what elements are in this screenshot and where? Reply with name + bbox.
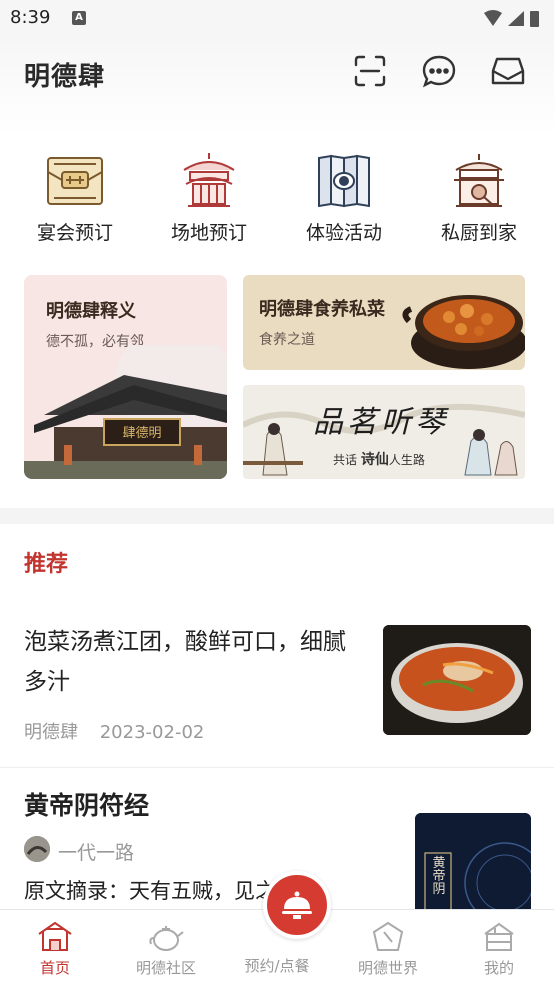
recommend-title: 推荐 [24, 552, 69, 577]
building-image: 肆德明 [24, 345, 227, 479]
quick-actions: 宴会预订 场地预订 体验活动 私厨到家 [0, 140, 554, 252]
card-food-title: 明德肆食养私菜 [259, 299, 385, 320]
author-name: 一代一路 [58, 842, 135, 864]
card-tea-title: 品茗听琴 [313, 405, 449, 440]
article-source: 明德肆 [24, 722, 78, 743]
profile-house-icon [484, 922, 514, 951]
section-divider [0, 508, 554, 524]
card-tea[interactable]: 品茗听琴 共话 诗仙人生路 [243, 385, 525, 479]
quick-banquet-label: 宴会预订 [36, 222, 113, 244]
tab-booking[interactable]: 预约/点餐 [222, 871, 332, 984]
card-food[interactable]: 明德肆食养私菜 食养之道 [243, 275, 525, 370]
avatar [24, 836, 50, 862]
quick-experience[interactable]: 体验活动 [289, 150, 399, 245]
quick-venue[interactable]: 场地预订 [154, 150, 264, 245]
house-icon [454, 154, 504, 207]
card-meaning[interactable]: 明德肆释义 德不孤，必有邻 肆德明 [24, 275, 227, 479]
plaque-text: 肆德明 [122, 425, 161, 440]
bottom-tab-bar: 首页 明德社区 预约/点餐 明德世界 我的 [0, 871, 554, 984]
status-icons [482, 9, 542, 33]
promo-cards: 明德肆释义 德不孤，必有邻 肆德明 明德肆食养私菜 食养之道 品茗听琴 共话 诗… [0, 272, 554, 484]
quick-private-chef[interactable]: 私厨到家 [424, 150, 534, 245]
tab-community[interactable]: 明德社区 [111, 910, 221, 984]
pavilion-icon [183, 153, 235, 207]
top-bar: 明德肆 [0, 38, 554, 136]
thumbnail-text: 黄帝阴 [431, 856, 446, 896]
banquet-icon [47, 157, 103, 205]
card-tea-subtitle: 共话 诗仙人生路 [333, 449, 425, 469]
booking-button[interactable] [263, 871, 331, 939]
notification-icon: A [72, 11, 86, 25]
screen-icon [318, 154, 370, 208]
article-meta: 明德肆 2023-02-02 [24, 718, 220, 744]
article-title: 泡菜汤煮江团，酸鲜可口，细腻多汁 [24, 629, 346, 695]
card-tea-subtitle-prefix: 共话 [333, 453, 358, 467]
app-title: 明德肆 [24, 62, 106, 92]
teapot-icon [149, 926, 184, 951]
tab-world-label: 明德世界 [357, 959, 418, 977]
article-title: 黄帝阴符经 [24, 791, 150, 820]
tab-home-label: 首页 [39, 959, 70, 977]
scan-icon[interactable] [352, 53, 388, 89]
card-tea-subtitle-suffix: 人生路 [388, 453, 425, 467]
tab-home[interactable]: 首页 [0, 910, 110, 984]
tab-world[interactable]: 明德世界 [333, 910, 443, 984]
status-time: 8:39 [10, 7, 51, 28]
quick-venue-label: 场地预订 [170, 222, 247, 244]
article-thumbnail [383, 625, 531, 735]
inbox-icon[interactable] [490, 53, 526, 89]
world-icon [372, 921, 404, 951]
card-meaning-title: 明德肆释义 [46, 301, 136, 322]
card-tea-subtitle-strong: 诗仙 [360, 452, 389, 468]
quick-banquet[interactable]: 宴会预订 [20, 150, 130, 245]
article-date: 2023-02-02 [99, 722, 205, 743]
status-bar: 8:39 A [0, 0, 554, 38]
article-thumbnail: 黄帝阴 [415, 813, 531, 910]
quick-private-chef-label: 私厨到家 [440, 222, 517, 244]
message-icon[interactable] [421, 53, 457, 89]
tab-mine-label: 我的 [483, 959, 514, 977]
quick-experience-label: 体验活动 [305, 222, 382, 244]
home-icon [38, 921, 72, 951]
card-food-subtitle: 食养之道 [259, 332, 315, 348]
article-item[interactable]: 泡菜汤煮江团，酸鲜可口，细腻多汁 明德肆 2023-02-02 [0, 600, 554, 768]
tab-community-label: 明德社区 [135, 959, 196, 977]
tab-mine[interactable]: 我的 [444, 910, 554, 984]
claypot-image [402, 295, 525, 369]
cloche-icon [282, 891, 312, 919]
tab-booking-label: 预约/点餐 [244, 957, 310, 975]
